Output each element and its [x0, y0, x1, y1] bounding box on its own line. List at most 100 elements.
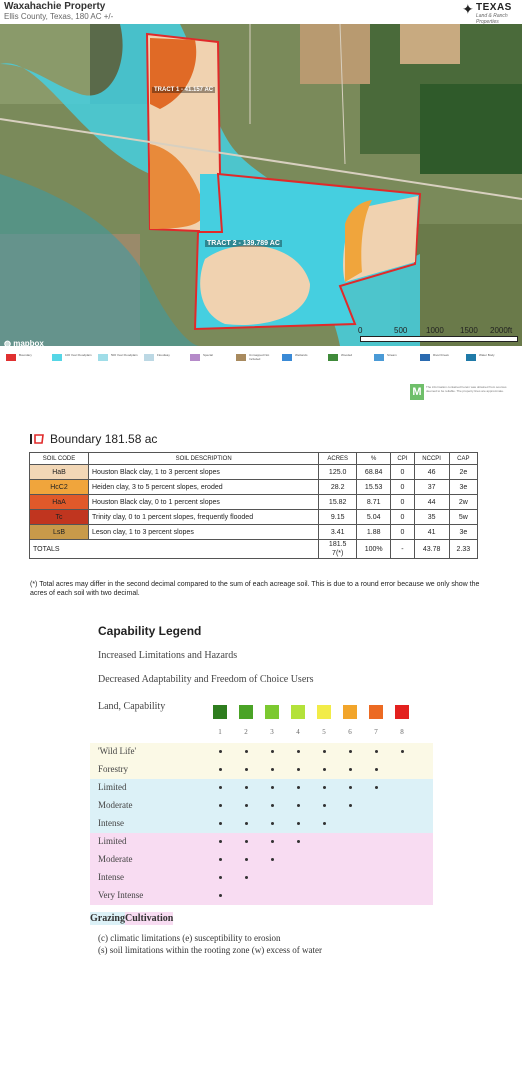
col-soil-description: SOIL DESCRIPTION [87, 452, 320, 465]
legend-swatch [98, 354, 108, 361]
col-nccpi: NCCPI [413, 452, 450, 465]
capability-dot [271, 786, 274, 789]
capability-dot [349, 768, 352, 771]
capability-dot [271, 840, 274, 843]
capability-dot [297, 822, 300, 825]
capability-dot [297, 840, 300, 843]
percent-cell: 68.84 [356, 464, 392, 480]
soil-code-cell: Tc [29, 509, 89, 525]
capability-row-label: Very Intense [98, 890, 144, 900]
class-number: 3 [270, 728, 274, 736]
table-row: LsB Leson clay, 1 to 3 percent slopes 3.… [29, 524, 479, 540]
capability-dot [219, 804, 222, 807]
nccpi-cell: 37 [413, 479, 450, 495]
col-cpi: CPI [390, 452, 415, 465]
capability-dot [271, 858, 274, 861]
legend-label: 100 Year Floodplain [65, 353, 92, 357]
totals-cpi: - [390, 539, 415, 559]
legend-swatch [52, 354, 62, 361]
boundary-icon [30, 434, 44, 444]
map-canvas [0, 24, 522, 346]
cap-cell: 3e [448, 479, 479, 495]
capability-row-label: 'Wild Life' [98, 746, 137, 756]
acres-cell: 125.0 [318, 464, 358, 480]
scale-label-1500: 1500 [460, 326, 478, 335]
capability-row-label: Moderate [98, 854, 133, 864]
legend-label: Wetlands [295, 353, 308, 357]
totals-cap: 2.33 [448, 539, 479, 559]
capability-dot [323, 804, 326, 807]
cap-cell: 2w [448, 494, 479, 510]
acres-cell: 15.82 [318, 494, 358, 510]
class-5-swatch [317, 705, 331, 719]
capability-dot [323, 822, 326, 825]
percent-cell: 1.88 [356, 524, 392, 540]
legend-swatch [190, 354, 200, 361]
capability-dot [219, 822, 222, 825]
legend-label: Floodway [157, 353, 170, 357]
soil-code-cell: HaB [29, 464, 89, 480]
legend-swatch [282, 354, 292, 361]
totals-label: TOTALS [28, 539, 320, 559]
percent-cell: 15.53 [356, 479, 392, 495]
totals-acres: 181.5 7(*) [318, 539, 358, 559]
capability-dot [297, 804, 300, 807]
legend-label: Unmapped Not Included [249, 353, 270, 361]
tract1-label: TRACT 1 - 41.157 AC [152, 87, 216, 93]
acres-cell: 28.2 [318, 479, 358, 495]
legend-label: Stream [387, 353, 397, 357]
col-soil-code: SOIL CODE [29, 452, 89, 465]
capability-row: Limited [90, 779, 433, 797]
capability-dot [349, 786, 352, 789]
capability-row-label: Intense [98, 818, 124, 828]
capability-dot [245, 750, 248, 753]
legend-label: Wooded [341, 353, 353, 357]
capability-title: Capability Legend [98, 624, 202, 638]
aerial-soil-map[interactable]: TRACT 1 - 41.157 AC TRACT 2 - 139.789 AC… [0, 24, 522, 346]
nccpi-cell: 35 [413, 509, 450, 525]
legend-swatch [236, 354, 246, 361]
mapbox-attribution[interactable]: ◍ mapbox [4, 339, 44, 346]
col-percent: % [356, 452, 392, 465]
class-7-swatch [369, 705, 383, 719]
cap-cell: 2e [448, 464, 479, 480]
adaptability-line: Decreased Adaptability and Freedom of Ch… [98, 674, 314, 685]
capability-dot [219, 768, 222, 771]
land-capability-label: Land, Capability [98, 701, 166, 712]
totals-row: TOTALS 181.5 7(*) 100% - 43.78 2.33 [28, 539, 479, 559]
soil-code-cell: HcC2 [29, 479, 89, 495]
class-number: 7 [374, 728, 378, 736]
class-number: 5 [322, 728, 326, 736]
capability-row: Intense [90, 869, 433, 887]
totals-nccpi: 43.78 [413, 539, 450, 559]
scale-label-1000: 1000 [426, 326, 444, 335]
m-logo-icon: M [410, 384, 424, 400]
brand-logo: ✦ TEXAS Land & Ranch Properties [462, 2, 518, 25]
soil-desc-cell: Trinity clay, 0 to 1 percent slopes, fre… [87, 509, 320, 525]
capability-row: Moderate [90, 851, 433, 869]
class-2-swatch [239, 705, 253, 719]
capability-dot [219, 840, 222, 843]
table-header-row: SOIL CODE SOIL DESCRIPTION ACRES % CPI N… [29, 452, 479, 465]
capability-dot [323, 786, 326, 789]
scale-label-2000: 2000ft [490, 326, 513, 335]
class-number: 1 [218, 728, 222, 736]
capability-dot [297, 750, 300, 753]
capability-row: 'Wild Life' [90, 743, 433, 761]
col-cap: CAP [448, 452, 479, 465]
capability-dot [245, 768, 248, 771]
capability-row: Limited [90, 833, 433, 851]
cpi-cell: 0 [390, 524, 415, 540]
col-acres: ACRES [318, 452, 358, 465]
percent-cell: 5.04 [356, 509, 392, 525]
soil-table: SOIL CODE SOIL DESCRIPTION ACRES % CPI N… [28, 452, 479, 559]
capability-dot [349, 750, 352, 753]
disclaimer-note: The information contained herein was obt… [426, 385, 507, 393]
capability-dot [245, 876, 248, 879]
class-number: 2 [244, 728, 248, 736]
property-title: Waxahachie Property [4, 1, 106, 12]
capability-dot [349, 804, 352, 807]
legend-swatch [328, 354, 338, 361]
capability-dot [219, 858, 222, 861]
capability-dot [245, 840, 248, 843]
